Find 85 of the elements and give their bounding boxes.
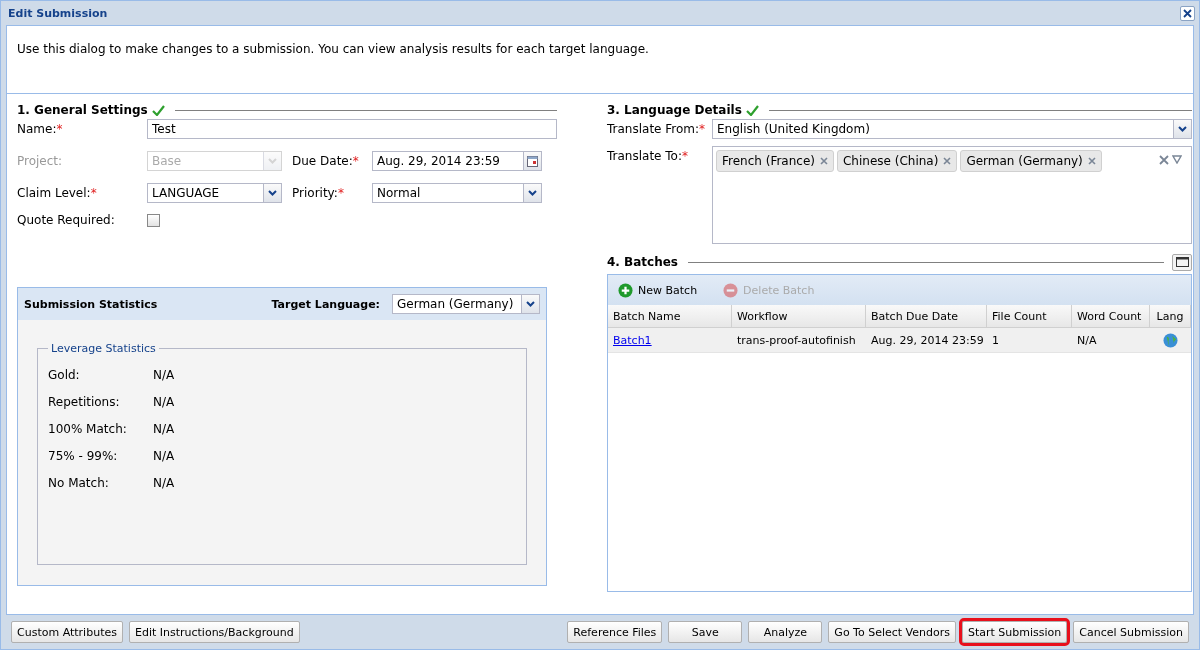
- language-tag: French (France): [716, 150, 834, 172]
- add-icon: [618, 282, 633, 298]
- footer-button[interactable]: Analyze: [748, 621, 823, 643]
- close-icon: [820, 157, 828, 165]
- section-heading: 1. General Settings: [17, 103, 148, 117]
- globe-icon[interactable]: [1163, 332, 1178, 348]
- remove-tag-button[interactable]: [943, 157, 952, 165]
- field-label: Project:: [17, 154, 64, 168]
- remove-tag-button[interactable]: [820, 157, 828, 165]
- table-cell-text: N/A: [1076, 332, 1098, 349]
- field-label: Target Language:: [271, 297, 380, 311]
- stat-label: No Match:: [48, 475, 110, 490]
- field-label: Quote Required:: [17, 213, 116, 227]
- remove-icon: [723, 282, 739, 298]
- footer-button[interactable]: Save: [668, 621, 743, 643]
- section-heading: 3. Language Details: [607, 103, 742, 117]
- stat-label: 75% - 99%:: [48, 448, 119, 463]
- footer-button[interactable]: Start Submission: [962, 621, 1068, 643]
- field-label: Priority:*: [292, 186, 345, 200]
- stat-value: N/A: [153, 421, 175, 436]
- maximize-button[interactable]: [1172, 253, 1192, 271]
- intro-text: Use this dialog to make changes to a submission. You can view analysis results for each target language.: [17, 42, 649, 56]
- column-header[interactable]: Workflow: [732, 305, 866, 327]
- footer-button[interactable]: Edit Instructions/Background: [128, 621, 300, 643]
- panel-title: Submission Statistics: [24, 297, 159, 311]
- column-header[interactable]: Word Count: [1072, 305, 1150, 327]
- stat-value: N/A: [153, 367, 175, 382]
- stat-label: Gold:: [48, 367, 81, 382]
- stat-value: N/A: [153, 448, 175, 463]
- required-mark: *: [682, 149, 688, 163]
- required-mark: *: [352, 154, 359, 168]
- remove-tag-button[interactable]: [1087, 157, 1096, 165]
- window-icon: [1175, 257, 1189, 267]
- table-cell-text: trans-proof-autofinish: [736, 332, 857, 349]
- calendar-icon: [527, 155, 538, 167]
- close-button[interactable]: [1180, 5, 1195, 21]
- stat-value: N/A: [153, 475, 175, 490]
- stat-label: 100% Match:: [48, 421, 128, 436]
- stat-label: Repetitions:: [48, 394, 121, 409]
- multi-select-field[interactable]: French (France) Chinese (China) German (Germany): [712, 146, 1192, 244]
- batch-link[interactable]: Batch1: [613, 333, 652, 347]
- column-header[interactable]: File Count: [987, 305, 1072, 327]
- required-mark: *: [699, 122, 706, 136]
- required-mark: *: [337, 186, 344, 200]
- caret-icon: [1178, 126, 1187, 132]
- clear-icon[interactable]: [1159, 155, 1169, 165]
- select-field[interactable]: English (United Kingdom): [712, 119, 1192, 139]
- required-mark: *: [56, 122, 63, 136]
- caret-icon: [528, 190, 537, 196]
- footer-button[interactable]: Go To Select Vendors: [828, 621, 956, 643]
- select-field[interactable]: Normal: [372, 183, 542, 203]
- select-field[interactable]: German (Germany): [392, 294, 540, 314]
- column-header[interactable]: Lang: [1150, 305, 1191, 327]
- table-cell-text: 1: [991, 332, 1000, 349]
- caret-icon: [268, 158, 277, 164]
- language-tag: German (Germany): [960, 150, 1102, 172]
- field-label: Translate To:*: [607, 149, 689, 163]
- section-heading: 4. Batches: [607, 255, 678, 269]
- field-label: Claim Level:*: [17, 186, 98, 200]
- table-row[interactable]: Batch1 trans-proof-autofinish Aug. 29, 2014 23:59 1 N/A: [608, 328, 1191, 353]
- checkbox[interactable]: [147, 213, 160, 227]
- footer-button[interactable]: Cancel Submission: [1073, 621, 1189, 643]
- close-icon: [943, 157, 952, 165]
- toolbar-button[interactable]: New Batch: [616, 280, 700, 300]
- select-field[interactable]: LANGUAGE: [147, 183, 282, 203]
- column-header[interactable]: Batch Name: [608, 305, 732, 327]
- required-mark: *: [90, 186, 97, 200]
- field-label: Due Date:*: [292, 154, 360, 168]
- language-tag: Chinese (China): [837, 150, 958, 172]
- column-header[interactable]: Batch Due Date: [866, 305, 987, 327]
- text-field[interactable]: Test: [147, 119, 557, 139]
- window-title: Edit Submission: [8, 6, 108, 20]
- group-title: Leverage Statistics: [50, 342, 157, 355]
- field-label: Name:*: [17, 122, 64, 136]
- dropdown-triangle-icon[interactable]: [1172, 155, 1182, 164]
- caret-icon: [526, 301, 535, 307]
- close-icon: [1087, 157, 1096, 165]
- table-cell-text: Aug. 29, 2014 23:59: [870, 332, 985, 349]
- close-icon: [1183, 8, 1192, 18]
- field-label: Translate From:*: [607, 122, 707, 136]
- caret-icon: [268, 190, 277, 196]
- footer-button[interactable]: Custom Attributes: [11, 621, 123, 643]
- footer-button[interactable]: Reference Files: [567, 621, 663, 643]
- date-field[interactable]: Aug. 29, 2014 23:59: [372, 151, 542, 171]
- stat-value: N/A: [153, 394, 175, 409]
